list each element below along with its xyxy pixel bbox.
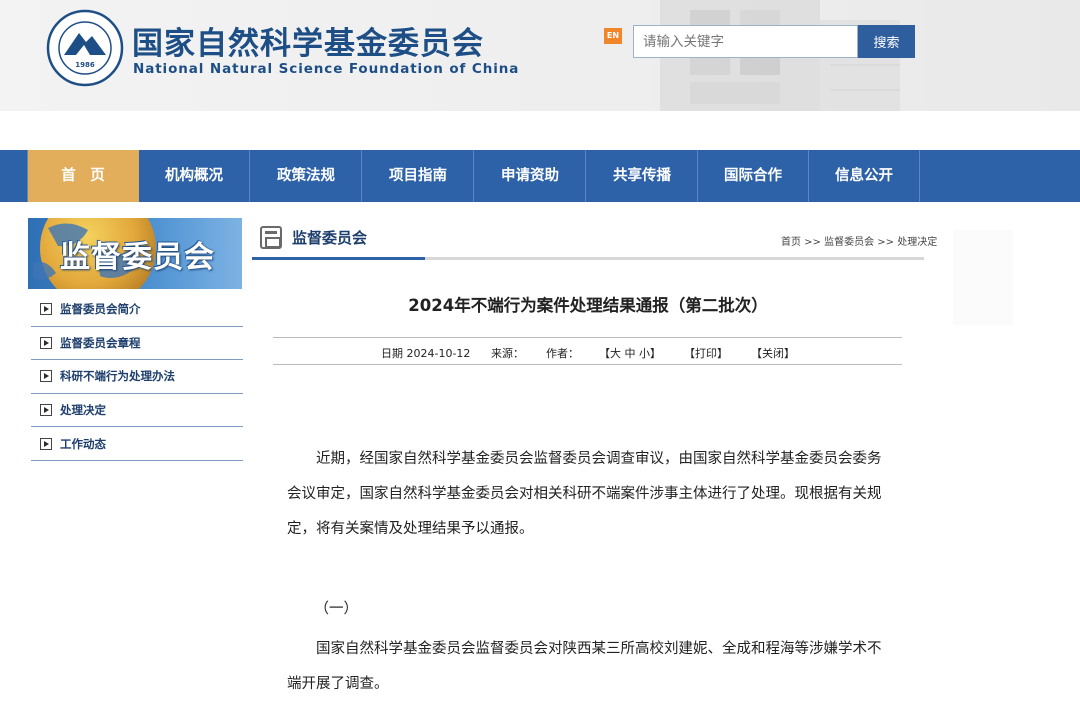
paragraph-text: 近期，经国家自然科学基金委员会监督委员会调查审议，由国家自然科学基金委员会委务会… [287, 451, 882, 537]
site-header: 1986 国家自然科学基金委员会 National Natural Scienc… [0, 0, 1080, 111]
sidebar-item-introduction[interactable]: 监督委员会简介 [31, 293, 243, 327]
site-title-en[interactable]: National Natural Science Foundation of C… [133, 61, 519, 77]
article-paragraph: 国家自然科学基金委员会监督委员会对陕西某三所高校刘建妮、全成和程海等涉嫌学术不端… [287, 632, 892, 702]
nav-divider [0, 150, 28, 202]
nav-item-sharing[interactable]: 共享传播 [587, 150, 698, 202]
sidebar-item-decisions[interactable]: 处理决定 [31, 394, 243, 428]
article-paragraph: 近期，经国家自然科学基金委员会监督委员会调查审议，由国家自然科学基金委员会委务会… [287, 442, 892, 547]
section-title: 监督委员会 [292, 229, 368, 247]
nav-item-information-disclosure[interactable]: 信息公开 [809, 150, 920, 202]
sidebar-item-label: 工作动态 [60, 436, 106, 451]
nav-item-project-guide[interactable]: 项目指南 [363, 150, 474, 202]
paragraph-text: 国家自然科学基金委员会监督委员会对陕西某三所高校刘建妮、全成和程海等涉嫌学术不端… [287, 641, 882, 692]
subheading-text: （一） [314, 601, 359, 617]
font-size-selector[interactable]: 【大 中 小】 [599, 345, 661, 361]
faded-side-panel [953, 230, 1013, 325]
article-subheading: （一） [287, 592, 892, 627]
nav-item-funding-application[interactable]: 申请资助 [475, 150, 586, 202]
close-link[interactable]: 【关闭】 [751, 345, 795, 361]
sidebar-item-label: 处理决定 [60, 403, 106, 418]
sidebar-item-charter[interactable]: 监督委员会章程 [31, 327, 243, 361]
arrow-right-icon [40, 370, 52, 383]
article-meta-bar: 日期 2024-10-12 来源： 作者： 【大 中 小】 【打印】 【关闭】 [273, 337, 902, 365]
nav-item-policies[interactable]: 政策法规 [251, 150, 362, 202]
section-divider-accent [252, 257, 425, 260]
site-title-cn[interactable]: 国家自然科学基金委员会 [132, 18, 484, 63]
english-language-button[interactable]: EN [604, 28, 622, 44]
sidebar-banner: 监督委员会 [28, 218, 242, 289]
nsfc-logo-icon[interactable]: 1986 [46, 9, 124, 87]
sidebar-item-misconduct-measures[interactable]: 科研不端行为处理办法 [31, 360, 243, 394]
nav-item-international[interactable]: 国际合作 [698, 150, 809, 202]
search-button[interactable]: 搜索 [858, 25, 915, 58]
arrow-right-icon [40, 303, 52, 316]
main-navigation: 首 页 机构概况 政策法规 项目指南 申请资助 共享传播 国际合作 信息公开 [0, 150, 1080, 202]
nav-item-organization[interactable]: 机构概况 [139, 150, 250, 202]
breadcrumb[interactable]: 首页 >> 监督委员会 >> 处理决定 [781, 233, 937, 248]
document-icon [260, 226, 282, 249]
article-author: 作者： [546, 347, 579, 360]
article-date: 日期 2024-10-12 [381, 347, 471, 360]
print-link[interactable]: 【打印】 [684, 345, 728, 361]
sidebar-item-work-news[interactable]: 工作动态 [31, 427, 243, 461]
article-source: 来源： [491, 347, 524, 360]
article-title: 2024年不端行为案件处理结果通报（第二批次） [408, 296, 768, 315]
arrow-right-icon [40, 437, 52, 450]
svg-text:1986: 1986 [75, 61, 95, 69]
sidebar-menu: 监督委员会简介 监督委员会章程 科研不端行为处理办法 处理决定 工作动态 [31, 293, 243, 461]
nav-item-home[interactable]: 首 页 [28, 150, 139, 202]
search-input[interactable] [633, 25, 858, 58]
sidebar-item-label: 监督委员会章程 [60, 335, 141, 350]
sidebar-item-label: 科研不端行为处理办法 [60, 369, 175, 384]
arrow-right-icon [40, 336, 52, 349]
sidebar-item-label: 监督委员会简介 [60, 302, 141, 317]
arrow-right-icon [40, 404, 52, 417]
sidebar-banner-title: 监督委员会 [60, 240, 215, 275]
